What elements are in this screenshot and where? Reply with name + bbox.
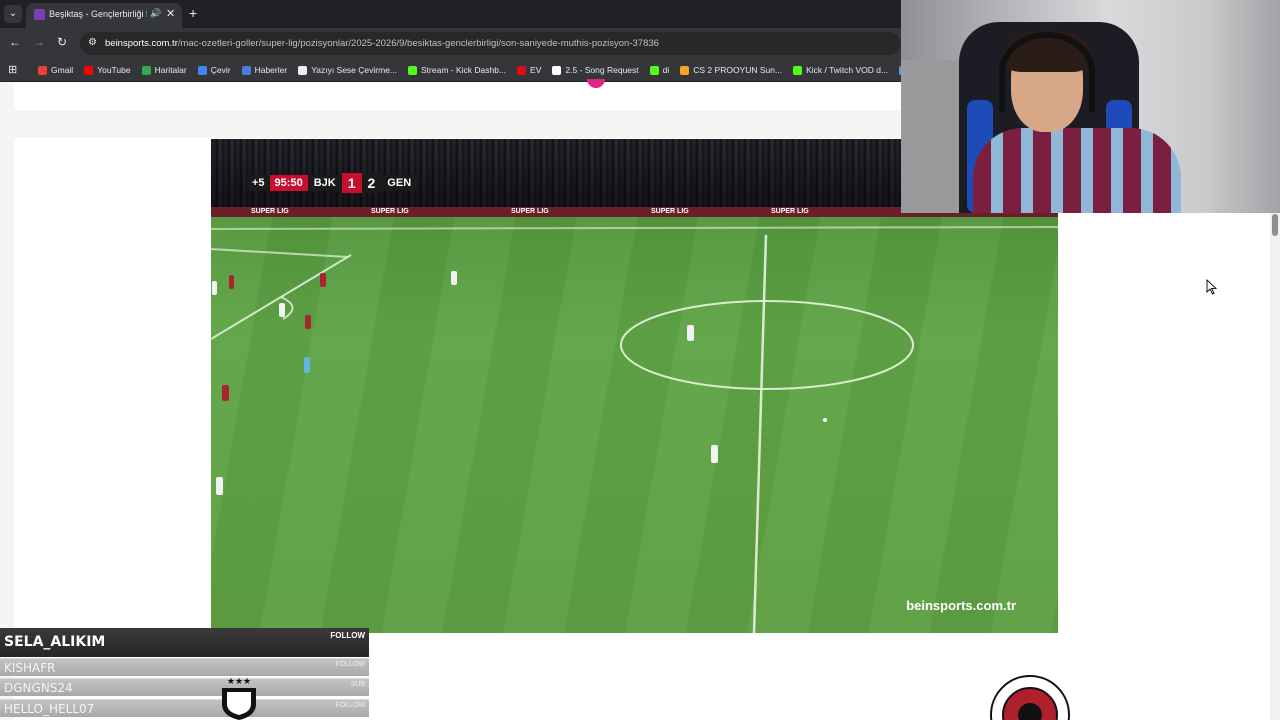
event-type: SUB bbox=[350, 681, 365, 688]
url-path: /mac-ozetleri-goller/super-lig/pozisyonl… bbox=[177, 38, 659, 49]
bookmarks-bar: ⊞ Gmail YouTube Haritalar Çevir Haberler Yazı… bbox=[0, 58, 901, 82]
beinsports-favicon-icon bbox=[34, 9, 45, 20]
address-bar[interactable]: ⚙ beinsports.com.tr/mac-ozetleri-goller/… bbox=[80, 32, 901, 55]
bookmark-item[interactable]: Haberler bbox=[241, 65, 288, 75]
bookmark-item[interactable]: YouTube bbox=[84, 65, 131, 75]
bookmark-list: Gmail YouTube Haritalar Çevir Haberler Yazıyı… bbox=[38, 58, 901, 81]
bookmark-label: Kick / Twitch VOD d... bbox=[806, 65, 889, 75]
bookmark-label: Çevir bbox=[210, 65, 231, 75]
latest-event: SELA_ALIKIM FOLLOW bbox=[0, 628, 369, 657]
bookmark-favicon-icon bbox=[793, 65, 803, 75]
event-user: DGNGNS24 bbox=[4, 681, 73, 695]
back-arrow-icon[interactable]: ← bbox=[9, 35, 21, 49]
bookmark-favicon-icon bbox=[552, 65, 562, 75]
bookmark-favicon-icon bbox=[517, 65, 527, 75]
bookmark-favicon-icon bbox=[680, 65, 690, 75]
bookmark-item[interactable]: di bbox=[649, 65, 670, 75]
reload-icon[interactable]: ↻ bbox=[57, 35, 67, 49]
bookmark-item[interactable]: Stream - Kick Dashb... bbox=[408, 65, 506, 75]
bookmark-favicon-icon bbox=[197, 65, 207, 75]
url-text: beinsports.com.tr/mac-ozetleri-goller/su… bbox=[105, 38, 659, 49]
bookmark-label: EV bbox=[530, 65, 542, 75]
shelf bbox=[901, 60, 961, 213]
speaker-icon[interactable]: 🔊 bbox=[150, 8, 161, 19]
tab-search-chevron-icon[interactable]: ⌄ bbox=[4, 5, 22, 23]
bookmark-item[interactable]: Yazıyı Sese Çevirme... bbox=[298, 65, 397, 75]
mouse-cursor-icon bbox=[1206, 279, 1218, 295]
bookmark-item[interactable]: Gmail bbox=[38, 65, 73, 75]
headset-icon bbox=[999, 32, 1095, 112]
webcam-overlay bbox=[901, 0, 1280, 213]
away-score: 2 bbox=[361, 173, 382, 193]
event-user: HELLO_HELL07 bbox=[4, 702, 95, 716]
streamer-shirt bbox=[973, 128, 1181, 213]
event-row: HELLO_HELL07 FOLLOW bbox=[0, 699, 369, 717]
added-time: +5 bbox=[247, 175, 270, 191]
event-type: FOLLOW bbox=[335, 661, 365, 668]
event-row: DGNGNS24 SUB bbox=[0, 678, 369, 696]
browser-toolbar: ← → ↻ ⚙ beinsports.com.tr/mac-ozetleri-g… bbox=[0, 28, 901, 58]
scorebug: +5 95:50 BJK 1 2 GEN bbox=[247, 173, 418, 193]
scrollbar-thumb[interactable] bbox=[1272, 214, 1278, 236]
broadcaster-watermark: beinsports.com.tr bbox=[906, 598, 1016, 613]
apps-grid-icon[interactable]: ⊞ bbox=[8, 63, 17, 76]
players bbox=[212, 271, 718, 495]
bookmark-label: YouTube bbox=[97, 65, 131, 75]
latest-event-type: FOLLOW bbox=[330, 631, 365, 640]
bookmark-label: di bbox=[662, 65, 670, 75]
bookmark-label: Haritalar bbox=[154, 65, 187, 75]
bookmark-label: Stream - Kick Dashb... bbox=[421, 65, 507, 75]
besiktas-logo: ★★★ bbox=[222, 676, 256, 720]
stream-events-overlay: SELA_ALIKIM FOLLOW KISHAFR FOLLOW DGNGNS… bbox=[0, 628, 369, 720]
bookmark-label: Haberler bbox=[254, 65, 288, 75]
video-player[interactable]: SUPER LIG SUPER LIG SUPER LIG SUPER LIG SUPE… bbox=[211, 139, 1058, 633]
bookmark-item[interactable]: EV bbox=[517, 65, 541, 75]
bookmark-label: Yazıyı Sese Çevirme... bbox=[311, 65, 398, 75]
bookmark-favicon-icon bbox=[84, 65, 94, 75]
bookmark-label: Gmail bbox=[51, 65, 74, 75]
close-icon[interactable]: ✕ bbox=[166, 7, 175, 20]
event-row: KISHAFR FOLLOW bbox=[0, 658, 369, 676]
bookmark-favicon-icon bbox=[38, 65, 47, 75]
opponent-players bbox=[222, 273, 326, 401]
tab-title: Beşiktaş - Gençlerbirliği Ma… bbox=[49, 9, 147, 19]
event-type: FOLLOW bbox=[335, 702, 365, 709]
bookmark-favicon-icon bbox=[241, 65, 251, 75]
latest-event-user: SELA_ALIKIM bbox=[4, 634, 106, 650]
bookmark-label: CS 2 PROOYUN Sun... bbox=[693, 65, 783, 75]
bookmark-label: 2.5 - Song Request bbox=[565, 65, 639, 75]
bookmark-favicon-icon bbox=[649, 65, 659, 75]
new-tab-icon[interactable]: + bbox=[189, 5, 197, 21]
screen: ⌄ Beşiktaş - Gençlerbirliği Ma… 🔊 ✕ + ← … bbox=[0, 0, 1280, 720]
home-score: 1 bbox=[341, 173, 362, 193]
bookmark-item[interactable]: Haritalar bbox=[141, 65, 187, 75]
browser-tabstrip: ⌄ Beşiktaş - Gençlerbirliği Ma… 🔊 ✕ + bbox=[0, 0, 901, 28]
bookmark-favicon-icon bbox=[408, 65, 418, 75]
svg-text:★★★: ★★★ bbox=[227, 676, 251, 686]
bookmark-item[interactable]: CS 2 PROOYUN Sun... bbox=[680, 65, 782, 75]
url-host: beinsports.com.tr bbox=[105, 38, 178, 49]
bookmark-item[interactable]: Kick / Twitch VOD d... bbox=[793, 65, 888, 75]
page-header-strip bbox=[14, 79, 914, 110]
accent-dot bbox=[587, 79, 605, 88]
site-info-icon[interactable]: ⚙ bbox=[88, 37, 97, 48]
forward-arrow-icon[interactable]: → bbox=[33, 35, 45, 49]
event-user: KISHAFR bbox=[4, 661, 56, 675]
away-team: GEN bbox=[381, 175, 418, 191]
genclerbirligi-logo bbox=[990, 675, 1070, 720]
referee bbox=[304, 357, 310, 373]
bookmark-item[interactable]: Çevir bbox=[197, 65, 231, 75]
bookmark-favicon-icon bbox=[298, 65, 308, 75]
bookmark-item[interactable]: 2.5 - Song Request bbox=[552, 65, 639, 75]
bookmark-favicon-icon bbox=[141, 65, 151, 75]
match-clock: 95:50 bbox=[269, 175, 308, 191]
browser-tab-active[interactable]: Beşiktaş - Gençlerbirliği Ma… 🔊 ✕ bbox=[26, 3, 182, 28]
home-team: BJK bbox=[307, 175, 342, 191]
